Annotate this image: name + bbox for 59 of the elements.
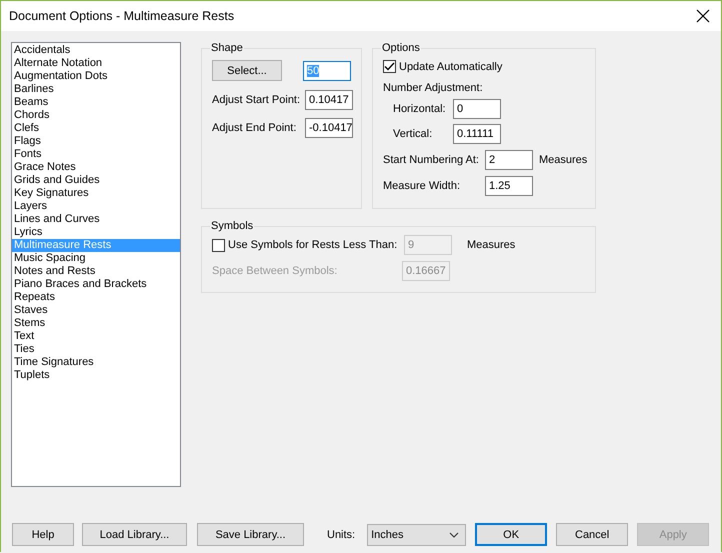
input-field[interactable]: -0.10417 [305, 118, 353, 138]
list-item[interactable]: Layers [12, 200, 180, 213]
list-item[interactable]: Staves [12, 304, 180, 317]
checkbox-label: Update Automatically [399, 60, 502, 72]
selected-text: 50 [307, 64, 320, 76]
field-label: Start Numbering At: [383, 154, 480, 166]
section-label: Number Adjustment: [383, 82, 484, 94]
units-dropdown[interactable]: Inches [367, 524, 466, 546]
input-field[interactable]: 1.25 [485, 176, 533, 196]
window-title: Document Options - Multimeasure Rests [9, 9, 234, 23]
input-field[interactable]: 0.11111 [453, 124, 501, 144]
close-icon[interactable] [696, 9, 710, 23]
checkbox[interactable] [383, 60, 396, 73]
list-item[interactable]: Piano Braces and Brackets [12, 278, 180, 291]
unit-label: Measures [539, 154, 588, 166]
field-label: Adjust Start Point: [212, 94, 302, 106]
list-item[interactable]: Tuplets [12, 369, 180, 382]
list-item[interactable]: Beams [12, 96, 180, 109]
field-label: Space Between Symbols: [212, 265, 338, 277]
list-item[interactable]: Clefs [12, 122, 180, 135]
list-item[interactable]: Lyrics [12, 226, 180, 239]
field-label: Adjust End Point: [212, 122, 298, 134]
dialog-button[interactable]: OK [475, 523, 548, 546]
field-label: Measure Width: [383, 180, 462, 192]
footer-button[interactable]: Save Library... [197, 523, 304, 546]
input-field[interactable]: 2 [485, 150, 533, 170]
list-item[interactable]: Chords [12, 109, 180, 122]
field-label: Vertical: [393, 128, 434, 140]
unit-label: Measures [467, 239, 516, 251]
list-item[interactable]: Notes and Rests [12, 265, 180, 278]
list-item[interactable]: Alternate Notation [12, 57, 180, 70]
units-label: Units: [327, 528, 356, 540]
list-item[interactable]: Augmentation Dots [12, 70, 180, 83]
input-field[interactable]: 0 [453, 99, 501, 119]
list-item[interactable]: Barlines [12, 83, 180, 96]
list-item[interactable]: Key Signatures [12, 187, 180, 200]
footer-button[interactable]: Help [12, 523, 74, 546]
list-item[interactable]: Grids and Guides [12, 174, 180, 187]
list-item[interactable]: Repeats [12, 291, 180, 304]
group-title: Shape [210, 42, 244, 54]
footer-button[interactable]: Load Library... [82, 523, 187, 546]
input-field[interactable]: 0.10417 [305, 90, 353, 110]
list-item[interactable]: Text [12, 330, 180, 343]
group-title: Symbols [210, 220, 254, 232]
group-title: Options [381, 42, 421, 54]
list-item[interactable]: Accidentals [12, 44, 180, 57]
list-item[interactable]: Music Spacing [12, 252, 180, 265]
chevron-down-icon [449, 532, 460, 538]
list-item[interactable]: Fonts [12, 148, 180, 161]
list-item[interactable]: Flags [12, 135, 180, 148]
field-label: Horizontal: [393, 103, 447, 115]
list-item[interactable]: Time Signatures [12, 356, 180, 369]
select-button[interactable]: Select... [212, 60, 282, 81]
list-item[interactable]: Grace Notes [12, 161, 180, 174]
checkbox-label: Use Symbols for Rests Less Than: [228, 239, 398, 251]
dialog-button[interactable]: Cancel [556, 523, 628, 546]
list-item[interactable]: Stems [12, 317, 180, 330]
list-item[interactable]: Ties [12, 343, 180, 356]
list-item[interactable]: Lines and Curves [12, 213, 180, 226]
